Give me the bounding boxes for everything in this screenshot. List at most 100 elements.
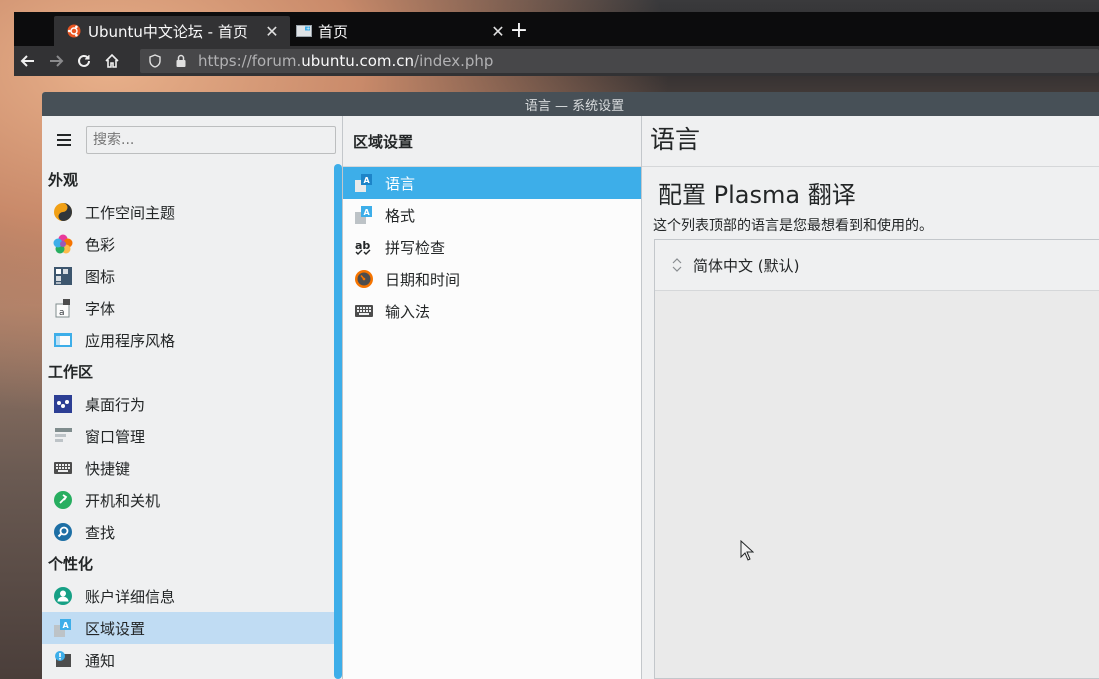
language-label: 简体中文 (默认) [693,256,800,275]
section-title: 配置 Plasma 翻译 [658,181,856,209]
subcategory-label: 拼写检查 [385,238,446,257]
input-method-icon [353,300,375,322]
reload-icon[interactable] [70,47,98,75]
subcategory-item-input-method[interactable]: 输入法 [343,295,641,327]
language-list: 简体中文 (默认) [654,239,1099,679]
system-settings-window: 语言 — 系统设置 外观 工作空间主题 色彩 图标 a [42,92,1099,679]
close-tab-icon[interactable]: ✕ [488,21,508,41]
svg-text:ab: ab [355,239,370,252]
colors-icon [52,233,74,255]
sidebar-item-shortcuts[interactable]: 快捷键 [42,452,334,484]
section-description: 这个列表顶部的语言是您最想看到和使用的。 [653,218,933,234]
sidebar-item-fonts[interactable]: a 字体 [42,292,334,324]
sidebar-item-label: 色彩 [85,235,116,254]
subcategory-item-formats[interactable]: A 格式 [343,199,641,231]
workspace-theme-icon [52,201,74,223]
sidebar-item-desktop-behavior[interactable]: 桌面行为 [42,388,334,420]
svg-text:A: A [63,621,70,630]
account-icon [52,585,74,607]
regional-settings-icon: A [52,617,74,639]
sidebar-item-workspace-theme[interactable]: 工作空间主题 [42,196,334,228]
startup-shutdown-icon [52,489,74,511]
tab-label: Ubuntu中文论坛 - 首页 [88,22,248,41]
svg-text:A: A [364,208,371,217]
subcategory-label: 格式 [385,206,416,225]
window-management-icon [52,425,74,447]
sidebar: 外观 工作空间主题 色彩 图标 a 字体 应用程序风格 工作区 [42,116,343,679]
drag-handle-icon[interactable] [669,257,685,273]
sidebar-scrollbar[interactable] [334,164,342,679]
date-time-icon [353,268,375,290]
desktop-behavior-icon [52,393,74,415]
window-titlebar[interactable]: 语言 — 系统设置 [42,92,1099,116]
subcategory-item-spellcheck[interactable]: ab 拼写检查 [343,231,641,263]
subcategory-item-date-time[interactable]: 日期和时间 [343,263,641,295]
app-style-icon [52,329,74,351]
close-tab-icon[interactable]: ✕ [262,21,282,41]
sidebar-item-label: 工作空间主题 [85,203,176,222]
sidebar-item-account[interactable]: 账户详细信息 [42,580,334,612]
group-title-personalization: 个性化 [48,555,94,573]
home-icon[interactable] [98,47,126,75]
sidebar-item-label: 字体 [85,299,116,318]
browser-tab-ubuntu-forum[interactable]: Ubuntu中文论坛 - 首页 ✕ [54,16,290,46]
browser-tab-bar: Ubuntu中文论坛 - 首页 ✕ + 首页 ✕ + [14,12,1099,46]
url-bar[interactable]: https://forum.ubuntu.com.cn/index.php [140,49,1099,73]
sidebar-item-search[interactable]: 查找 [42,516,334,548]
sidebar-item-startup-shutdown[interactable]: 开机和关机 [42,484,334,516]
sidebar-header [42,116,342,164]
sidebar-item-label: 快捷键 [85,459,131,478]
sidebar-item-notifications[interactable]: 通知 [42,644,334,676]
sidebar-item-colors[interactable]: 色彩 [42,228,334,260]
sidebar-item-label: 通知 [85,651,116,670]
sidebar-item-label: 应用程序风格 [85,331,176,350]
tracking-shield-icon[interactable] [144,50,166,72]
back-arrow-icon[interactable] [14,47,42,75]
language-row[interactable]: 简体中文 (默认) [655,240,1099,291]
subcategory-title: 区域设置 [343,116,641,167]
sidebar-item-label: 窗口管理 [85,427,146,446]
page-title: 语言 [650,125,701,154]
svg-text:a: a [59,308,65,318]
browser-toolbar: https://forum.ubuntu.com.cn/index.php [14,46,1099,76]
svg-text:+: + [306,26,310,32]
lock-icon[interactable] [170,50,192,72]
mouse-cursor-icon [740,540,754,561]
hamburger-menu-icon[interactable] [54,130,74,150]
sidebar-item-regional-settings[interactable]: A 区域设置 [42,612,334,644]
browser-tab-home[interactable]: + 首页 ✕ [284,16,516,46]
sidebar-item-label: 查找 [85,523,116,542]
search-icon [52,521,74,543]
sidebar-item-label: 开机和关机 [85,491,161,510]
language-icon: A [353,172,375,194]
page-favicon-icon: + [296,23,312,39]
icons-icon [52,265,74,287]
sidebar-item-window-management[interactable]: 窗口管理 [42,420,334,452]
url-text: https://forum.ubuntu.com.cn/index.php [198,52,494,70]
group-title-workspace: 工作区 [48,363,94,381]
sidebar-item-label: 桌面行为 [85,395,146,414]
notifications-icon [52,649,74,671]
spellcheck-icon: ab [353,236,375,258]
fonts-icon: a [52,297,74,319]
search-input[interactable] [86,126,336,154]
sidebar-item-icons[interactable]: 图标 [42,260,334,292]
sidebar-item-label: 区域设置 [85,619,146,638]
subcategory-label: 语言 [385,174,416,193]
sidebar-item-label: 账户详细信息 [85,587,176,606]
subcategory-panel: 区域设置 A 语言 A 格式 ab 拼写检查 日期和时间 输入法 [343,116,642,679]
tab-label: 首页 [318,22,349,41]
new-tab-plus-icon[interactable]: + [508,16,530,44]
content-area: 语言 配置 Plasma 翻译 这个列表顶部的语言是您最想看到和使用的。 简体中… [642,116,1099,679]
ubuntu-favicon-icon [66,23,82,39]
forward-arrow-icon[interactable] [42,47,70,75]
svg-text:A: A [364,176,371,185]
shortcuts-icon [52,457,74,479]
formats-icon: A [353,204,375,226]
sidebar-list: 外观 工作空间主题 色彩 图标 a 字体 应用程序风格 工作区 桌面行为 窗口管… [42,164,334,676]
sidebar-item-app-style[interactable]: 应用程序风格 [42,324,334,356]
subcategory-item-language[interactable]: A 语言 [343,167,641,199]
group-title-appearance: 外观 [48,171,79,189]
subcategory-label: 日期和时间 [385,270,461,289]
sidebar-item-label: 图标 [85,267,116,286]
